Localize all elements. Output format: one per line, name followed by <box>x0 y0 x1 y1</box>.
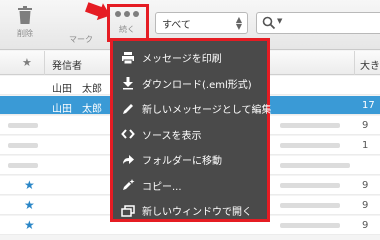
more-button-highlight <box>107 4 149 42</box>
menu-item-label: メッセージを印刷 <box>142 54 222 66</box>
search-input[interactable]: ▼ <box>256 12 380 34</box>
size-column-header[interactable]: 大き <box>360 57 380 72</box>
sender-column-header[interactable]: 発信者 <box>52 57 82 72</box>
star-icon[interactable]: ★ <box>24 218 35 232</box>
menu-item-label: コピー... <box>142 181 182 193</box>
menu-item-view-source[interactable]: ソースを表示 <box>113 122 267 148</box>
more-actions-menu: メッセージを印刷 ダウンロード(.eml形式) 新しいメッセージとして編集 ソー… <box>110 38 272 224</box>
row-size: 17 <box>362 100 375 111</box>
download-icon <box>121 76 135 90</box>
search-dropdown-icon[interactable]: ▼ <box>277 17 282 25</box>
menu-item-label: フォルダーに移動 <box>142 156 222 168</box>
filter-select[interactable]: すべて ▲ ▼ <box>155 12 248 34</box>
delete-label: 削除 <box>17 29 33 38</box>
move-folder-icon <box>121 153 135 167</box>
code-icon <box>121 127 135 141</box>
menu-item-label: 新しいメッセージとして編集 <box>142 105 272 117</box>
select-arrows-icon: ▲ ▼ <box>235 15 242 31</box>
copy-icon <box>121 178 135 192</box>
trash-icon <box>17 6 33 26</box>
row-sender: 山田 太郎 <box>52 84 102 95</box>
menu-item-download[interactable]: ダウンロード(.eml形式) <box>113 71 267 97</box>
menu-item-copy[interactable]: コピー... <box>113 173 267 199</box>
pencil-icon <box>121 102 135 116</box>
row-size: 9 <box>362 200 369 211</box>
pointer-arrow-icon <box>85 2 111 21</box>
new-window-icon <box>121 204 135 218</box>
star-column-icon[interactable]: ★ <box>22 56 32 69</box>
menu-item-label: ソースを表示 <box>142 130 202 142</box>
menu-item-edit-as-new[interactable]: 新しいメッセージとして編集 <box>113 96 272 122</box>
menu-item-move-to-folder[interactable]: フォルダーに移動 <box>113 147 267 173</box>
row-size: 9 <box>362 220 369 231</box>
mark-label: マーク <box>69 35 93 44</box>
star-icon[interactable]: ★ <box>24 178 35 192</box>
row-size: 9 <box>362 120 369 131</box>
menu-item-open-new-window[interactable]: 新しいウィンドウで開く <box>113 198 267 224</box>
printer-icon <box>121 51 135 65</box>
star-icon[interactable]: ★ <box>24 198 35 212</box>
delete-button[interactable]: 削除 <box>10 6 40 39</box>
row-size: 1 <box>362 140 369 151</box>
row-sender: 山田 太郎 <box>52 104 102 115</box>
search-icon <box>262 16 276 33</box>
filter-value: すべて <box>162 20 191 31</box>
row-size: 9 <box>362 180 369 191</box>
menu-item-print[interactable]: メッセージを印刷 <box>113 45 267 71</box>
menu-item-label: ダウンロード(.eml形式) <box>142 79 252 91</box>
menu-item-label: 新しいウィンドウで開く <box>142 207 252 219</box>
